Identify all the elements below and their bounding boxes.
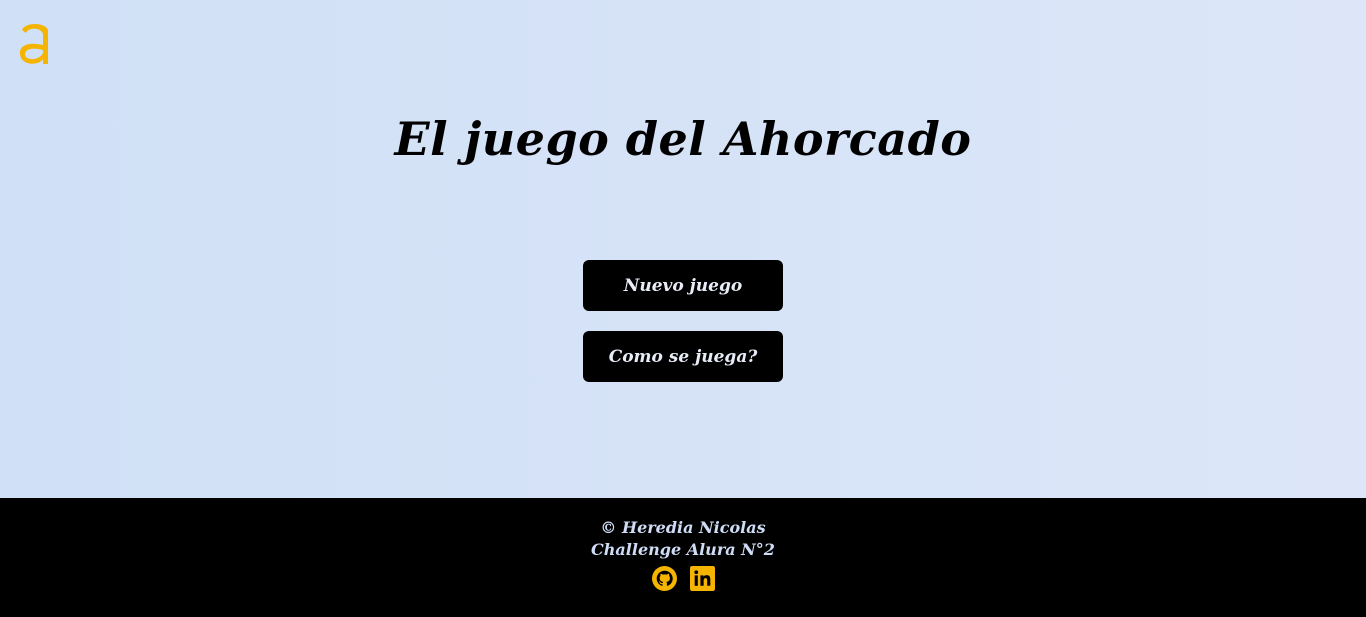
footer-social-links (0, 566, 1366, 591)
footer: © Heredia Nicolas Challenge Alura N°2 (0, 498, 1366, 617)
how-to-play-button[interactable]: Como se juega? (583, 331, 783, 382)
linkedin-icon[interactable] (689, 566, 715, 591)
page-title: El juego del Ahorcado (394, 112, 972, 166)
footer-author: © Heredia Nicolas (600, 518, 766, 537)
github-icon[interactable] (651, 566, 677, 591)
alura-logo-icon (17, 18, 53, 68)
new-game-button[interactable]: Nuevo juego (583, 260, 783, 311)
footer-challenge: Challenge Alura N°2 (591, 540, 775, 559)
